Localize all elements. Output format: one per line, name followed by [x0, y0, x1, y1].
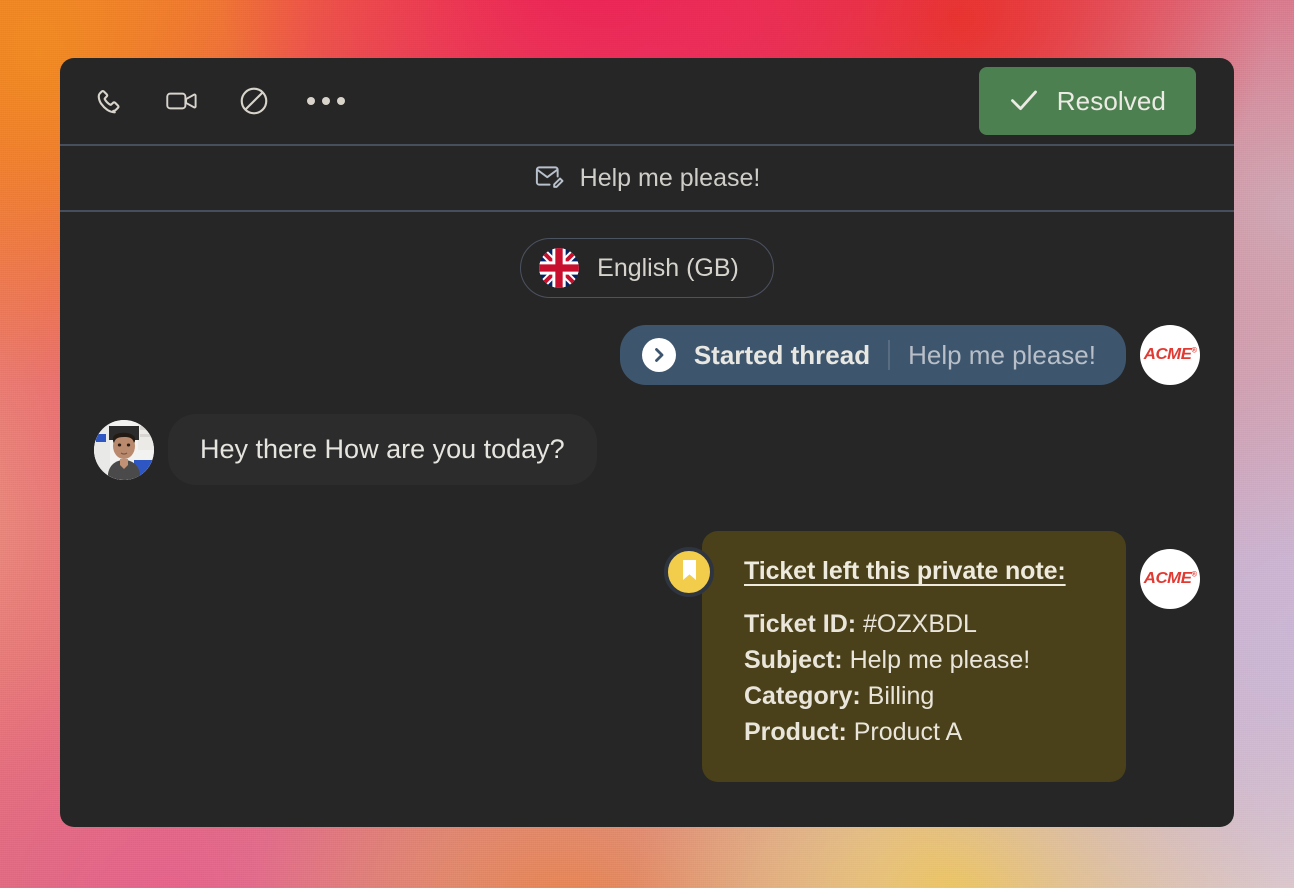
message-list: English (GB) Started thread Help me plea… — [60, 212, 1234, 827]
bookmark-badge — [664, 547, 714, 597]
note-value-product: Product A — [853, 718, 963, 746]
note-value-ticket-id: #OZXBDL — [863, 610, 977, 638]
private-note-row: Ticket left this private note: Ticket ID… — [94, 531, 1200, 782]
action-bar: Resolved — [60, 58, 1234, 146]
note-label-subject: Subject: — [744, 646, 843, 674]
subject-text: Help me please! — [579, 163, 761, 192]
mail-edit-icon — [534, 162, 564, 195]
incoming-message-row: Hey there How are you today? — [94, 414, 1200, 485]
more-options-icon — [307, 97, 345, 105]
resolved-button[interactable]: Resolved — [978, 67, 1196, 135]
acme-logo: ACME® — [1143, 346, 1197, 363]
private-note-bubble: Ticket left this private note: Ticket ID… — [702, 531, 1126, 782]
note-value-subject: Help me please! — [849, 646, 1031, 674]
more-options-button[interactable] — [290, 73, 362, 129]
thread-title: Started thread — [693, 339, 871, 370]
note-label-ticket-id: Ticket ID: — [744, 610, 857, 638]
bookmark-icon — [681, 559, 698, 586]
video-camera-icon — [165, 86, 199, 116]
note-field-category: Category: Billing — [744, 678, 1086, 714]
resolved-label: Resolved — [1056, 85, 1166, 116]
note-label-product: Product: — [744, 718, 847, 746]
language-selector[interactable]: English (GB) — [520, 238, 774, 298]
thread-message-row: Started thread Help me please! ACME® — [94, 325, 1200, 385]
incoming-message-text: Hey there How are you today? — [200, 434, 565, 464]
acme-avatar: ACME® — [1140, 325, 1200, 385]
block-icon — [238, 85, 270, 117]
phone-icon — [95, 86, 125, 116]
private-note-title: Ticket left this private note: — [744, 557, 1066, 585]
block-button[interactable] — [218, 73, 290, 129]
language-row: English (GB) — [94, 238, 1200, 298]
check-icon — [1009, 87, 1039, 116]
note-field-product: Product: Product A — [744, 714, 1086, 750]
incoming-bubble: Hey there How are you today? — [168, 414, 597, 485]
note-field-ticket-id: Ticket ID: #OZXBDL — [744, 606, 1086, 642]
note-label-category: Category: — [744, 682, 861, 710]
chevron-right-circle-icon — [641, 338, 676, 372]
language-label: English (GB) — [597, 253, 739, 282]
note-field-subject: Subject: Help me please! — [744, 642, 1086, 678]
note-value-category: Billing — [867, 682, 935, 710]
thread-bubble[interactable]: Started thread Help me please! — [619, 325, 1126, 385]
acme-logo: ACME® — [1143, 570, 1197, 587]
agent-photo-avatar — [94, 419, 154, 480]
private-note-wrap: Ticket left this private note: Ticket ID… — [664, 531, 1126, 782]
chat-panel: Resolved Help me please! English (GB) St… — [60, 58, 1234, 827]
acme-avatar: ACME® — [1140, 549, 1200, 609]
thread-divider — [888, 340, 891, 370]
thread-subject: Help me please! — [908, 339, 1096, 370]
video-call-button[interactable] — [146, 73, 218, 129]
subject-bar: Help me please! — [60, 146, 1234, 212]
phone-call-button[interactable] — [74, 73, 146, 129]
flag-gb-icon — [539, 248, 580, 288]
